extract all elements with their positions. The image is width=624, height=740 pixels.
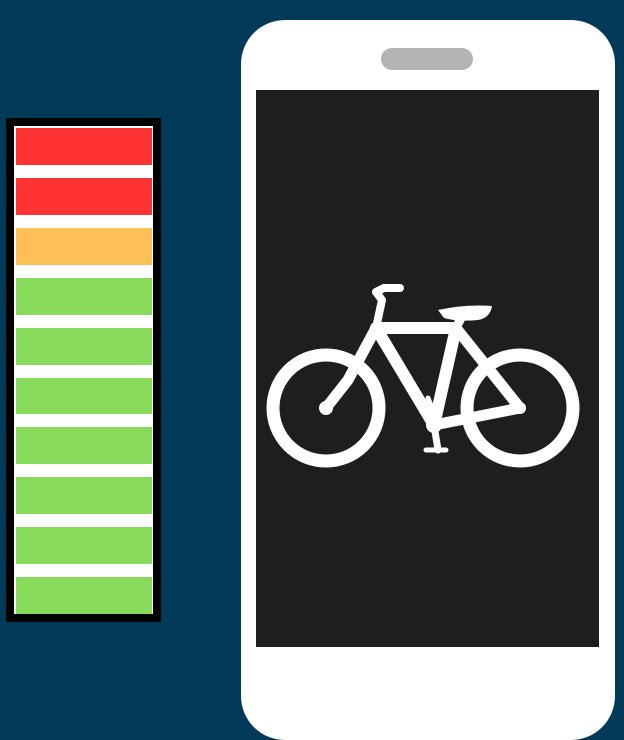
meter-segment-red — [16, 128, 152, 165]
meter-segment-red — [16, 177, 152, 215]
meter-segment-green — [16, 427, 152, 465]
meter-segment-green — [16, 577, 152, 615]
level-meter-track — [14, 126, 153, 615]
meter-segment-orange — [16, 227, 152, 265]
phone-speaker — [381, 48, 473, 70]
level-meter — [6, 118, 161, 622]
meter-segment-green — [16, 477, 152, 515]
meter-segment-green — [16, 377, 152, 415]
meter-segment-green — [16, 527, 152, 565]
phone-screen — [256, 90, 599, 647]
meter-segment-green — [16, 327, 152, 365]
bicycle-icon — [266, 284, 580, 468]
smartphone — [241, 20, 615, 740]
meter-segment-green — [16, 277, 152, 315]
